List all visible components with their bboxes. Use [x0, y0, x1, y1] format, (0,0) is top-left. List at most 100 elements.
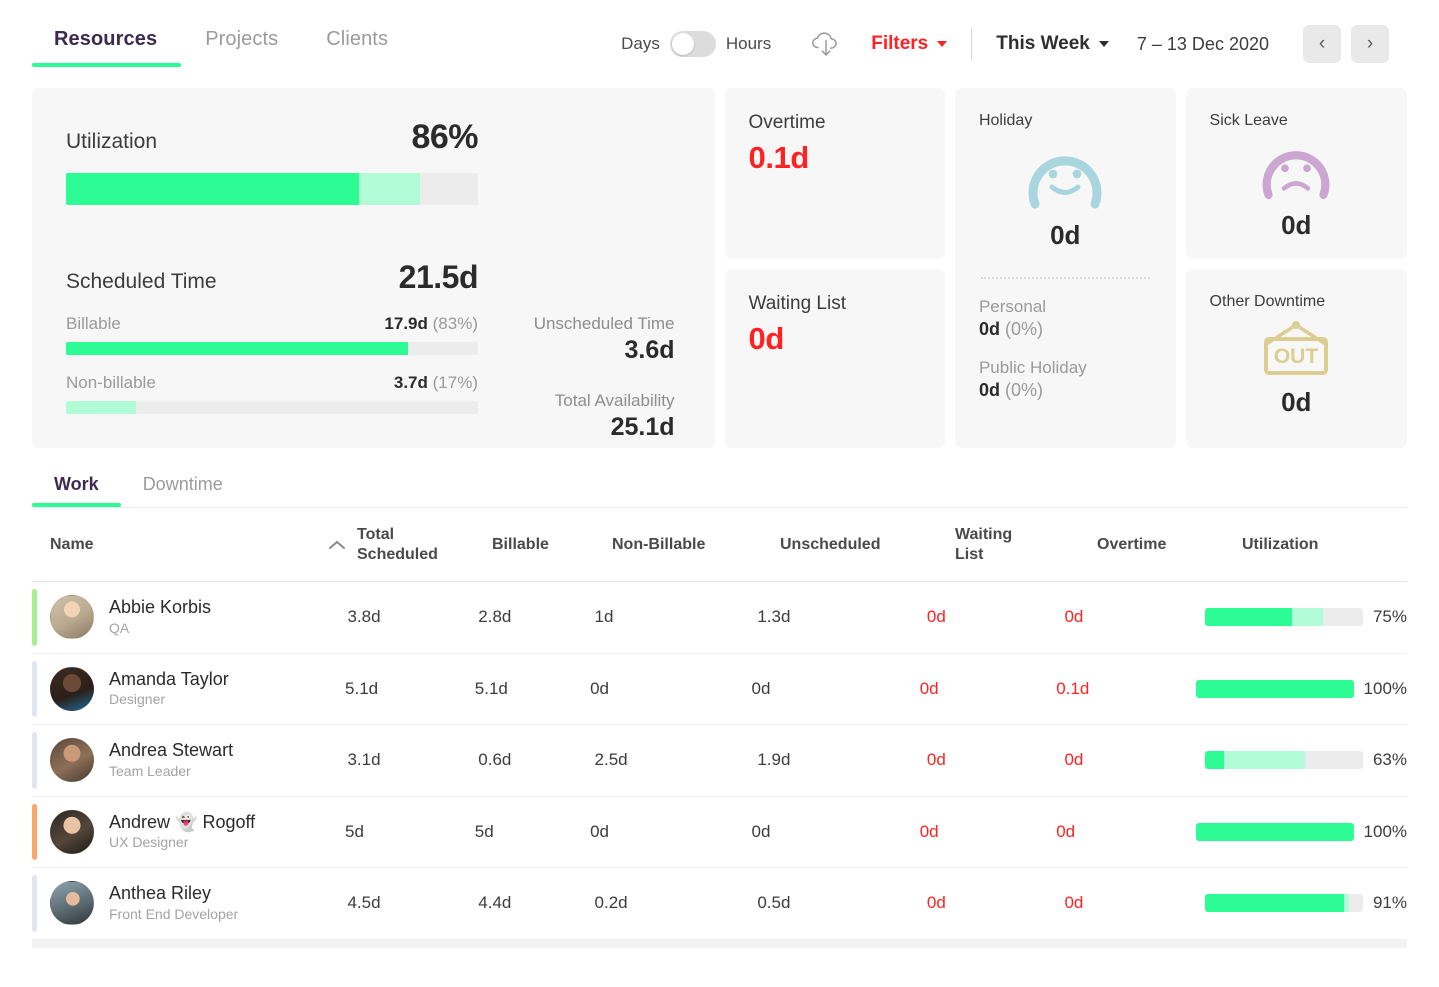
- table-body: Abbie Korbis QA 3.8d 2.8d 1d 1.3d 0d 0d …: [32, 582, 1407, 940]
- nonbillable-label: Non-billable: [66, 373, 156, 393]
- column-header-waiting-list-line2: List: [955, 545, 1097, 565]
- row-accent-bar: [32, 661, 37, 718]
- main-tabs: Resources Projects Clients: [32, 0, 412, 88]
- column-header-utilization[interactable]: Utilization: [1242, 536, 1407, 554]
- row-total-scheduled: 3.8d: [347, 607, 478, 627]
- column-header-billable[interactable]: Billable: [492, 536, 612, 554]
- row-utilization-percent: 91%: [1373, 893, 1407, 913]
- holiday-divider: [981, 277, 1150, 279]
- row-person-role: Front End Developer: [109, 905, 238, 925]
- column-header-waiting-list[interactable]: Waiting List: [955, 525, 1097, 565]
- row-unscheduled: 1.3d: [757, 607, 927, 627]
- row-waiting-list: 0d: [927, 893, 1065, 913]
- row-unscheduled: 1.9d: [757, 750, 927, 770]
- avatar: [50, 738, 94, 782]
- holiday-face-wrap: 0d: [979, 138, 1152, 251]
- utilization-right-column: Unscheduled Time 3.6d Total Availability…: [478, 118, 681, 448]
- row-person-name: Anthea Riley: [109, 882, 238, 905]
- personal-percent: (0%): [1005, 319, 1043, 339]
- subtab-downtime-label: Downtime: [143, 474, 223, 494]
- column-header-unscheduled[interactable]: Unscheduled: [780, 536, 955, 554]
- row-person-role: Designer: [109, 690, 229, 710]
- cloud-download-icon[interactable]: [807, 25, 845, 63]
- personal-value-group: 0d (0%): [979, 319, 1152, 340]
- overtime-waiting-column: Overtime 0.1d Waiting List 0d: [725, 88, 945, 448]
- tab-clients[interactable]: Clients: [302, 28, 412, 67]
- prev-period-button[interactable]: ‹: [1303, 25, 1341, 63]
- row-utilization-bar: [1205, 751, 1363, 769]
- tab-resources-label: Resources: [54, 28, 157, 50]
- row-waiting-list: 0d: [927, 750, 1065, 770]
- utilization-bar-nonbillable: [359, 173, 421, 205]
- row-person-role: Team Leader: [109, 762, 233, 782]
- row-utilization-bar: [1205, 608, 1363, 626]
- row-total-scheduled: 4.5d: [347, 893, 478, 913]
- table-row[interactable]: Anthea Riley Front End Developer 4.5d 4.…: [32, 868, 1407, 940]
- tab-projects-label: Projects: [205, 28, 278, 50]
- row-person-role: QA: [109, 619, 211, 639]
- days-hours-toggle[interactable]: [670, 31, 716, 57]
- billable-percent: (83%): [433, 314, 478, 333]
- utilization-left-column: Utilization 86% Scheduled Time 21.5d Bil…: [66, 118, 478, 448]
- row-person-name: Andrew 👻 Rogoff: [109, 811, 255, 834]
- other-downtime-value: 0d: [1281, 387, 1311, 418]
- column-header-overtime[interactable]: Overtime: [1097, 536, 1242, 554]
- row-accent-bar: [32, 589, 37, 646]
- units-toggle-group: Days Hours: [621, 31, 771, 57]
- row-total-scheduled: 5d: [345, 822, 475, 842]
- sick-leave-card: Sick Leave 0d: [1186, 88, 1407, 259]
- table-row[interactable]: Andrea Stewart Team Leader 3.1d 0.6d 2.5…: [32, 725, 1407, 797]
- row-utilization-percent: 63%: [1373, 750, 1407, 770]
- row-utilization: 75%: [1205, 607, 1407, 627]
- column-header-non-billable[interactable]: Non-Billable: [612, 536, 780, 554]
- row-utilization-billable: [1196, 680, 1354, 698]
- nonbillable-bar: [66, 401, 478, 414]
- row-utilization-bar: [1205, 894, 1363, 912]
- column-header-total-scheduled[interactable]: Total Scheduled: [357, 525, 492, 565]
- column-header-name[interactable]: Name: [32, 536, 317, 554]
- sick-face-wrap: 0d: [1210, 138, 1383, 241]
- row-accent-bar: [32, 804, 37, 861]
- date-nav-buttons: ‹ ›: [1303, 25, 1389, 63]
- out-sign-icon: OUT: [1250, 319, 1342, 381]
- row-overtime: 0d: [1056, 822, 1195, 842]
- other-downtime-card: Other Downtime OUT 0d: [1186, 269, 1407, 448]
- row-accent-bar: [32, 875, 37, 932]
- table-row[interactable]: Abbie Korbis QA 3.8d 2.8d 1d 1.3d 0d 0d …: [32, 582, 1407, 654]
- row-non-billable: 0.2d: [595, 893, 758, 913]
- unscheduled-time-label: Unscheduled Time: [478, 314, 675, 334]
- holiday-value: 0d: [1050, 220, 1080, 251]
- row-utilization: 100%: [1196, 679, 1407, 699]
- public-holiday-value: 0d: [979, 380, 1000, 400]
- holiday-card: Holiday 0d Personal 0d (0%) Public Holid…: [955, 88, 1176, 448]
- next-period-button[interactable]: ›: [1351, 25, 1389, 63]
- row-person: Anthea Riley Front End Developer: [32, 881, 309, 925]
- row-utilization-percent: 75%: [1373, 607, 1407, 627]
- personal-block: Personal 0d (0%): [979, 297, 1152, 340]
- date-range-label: 7 – 13 Dec 2020: [1137, 34, 1269, 55]
- billable-bar: [66, 342, 478, 355]
- public-holiday-label: Public Holiday: [979, 358, 1152, 378]
- subtab-work[interactable]: Work: [32, 474, 121, 507]
- row-overtime: 0d: [1064, 750, 1205, 770]
- sort-ascending-icon[interactable]: [317, 539, 357, 551]
- filters-button[interactable]: Filters: [871, 33, 947, 55]
- subtab-downtime[interactable]: Downtime: [121, 474, 245, 507]
- row-overtime: 0.1d: [1056, 679, 1195, 699]
- row-accent-bar: [32, 732, 37, 789]
- waiting-list-value: 0d: [749, 321, 921, 357]
- unscheduled-time-block: Unscheduled Time 3.6d: [478, 314, 675, 365]
- nonbillable-bar-fill: [66, 401, 136, 414]
- row-utilization-bar: [1196, 680, 1354, 698]
- row-utilization-bar: [1196, 823, 1354, 841]
- tab-projects[interactable]: Projects: [181, 28, 302, 67]
- row-utilization: 100%: [1196, 822, 1407, 842]
- nonbillable-percent: (17%): [433, 373, 478, 392]
- row-person: Abbie Korbis QA: [32, 595, 309, 639]
- table-row[interactable]: Andrew 👻 Rogoff UX Designer 5d 5d 0d 0d …: [32, 797, 1407, 869]
- period-selector[interactable]: This Week: [996, 33, 1109, 55]
- total-availability-value: 25.1d: [478, 413, 675, 442]
- tab-resources[interactable]: Resources: [32, 28, 181, 67]
- table-row[interactable]: Amanda Taylor Designer 5.1d 5.1d 0d 0d 0…: [32, 654, 1407, 726]
- nonbillable-row: Non-billable 3.7d (17%): [66, 373, 478, 393]
